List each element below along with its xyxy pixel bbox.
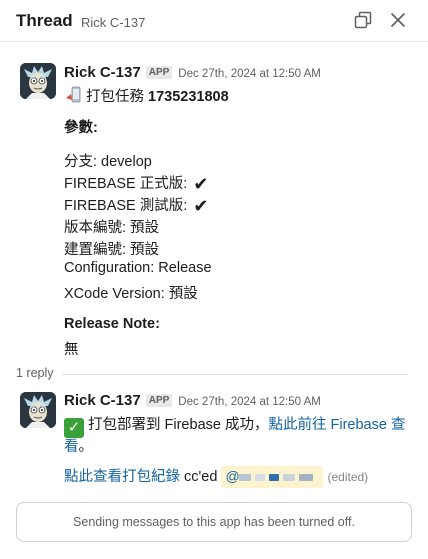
thread-channel-name[interactable]: Rick C-137: [81, 15, 145, 30]
avatar[interactable]: [20, 63, 56, 99]
popout-window-icon[interactable]: [352, 9, 374, 31]
redacted-block: [255, 474, 266, 482]
release-note-value: 無: [64, 342, 79, 358]
user-mention[interactable]: @: [221, 466, 324, 489]
task-id: 1735231808: [148, 89, 229, 105]
app-badge: APP: [145, 394, 173, 407]
firebase-link-continued[interactable]: 看: [64, 439, 79, 455]
edited-label: (edited): [327, 470, 369, 484]
params-heading: 參數:: [64, 120, 98, 136]
version-line: 版本編號: 預設: [64, 220, 160, 236]
reply-count: 1 reply: [16, 366, 54, 380]
sender-name[interactable]: Rick C-137: [64, 64, 141, 81]
composer-disabled-notice: Sending messages to this app has been tu…: [16, 502, 412, 542]
reply-text-line-1: ✓ 打包部署到 Firebase 成功，點此前往 Firebase 查: [64, 413, 405, 438]
task-line: 打包任務 1735231808: [64, 85, 229, 106]
redacted-block: [269, 474, 280, 482]
firebase-prod-line: FIREBASE 正式版: ✔: [64, 174, 209, 194]
cced-label: cc'ed: [184, 469, 218, 485]
configuration-line: Configuration: Release: [64, 260, 212, 276]
check-mark-icon: ✔: [193, 196, 209, 216]
thread-title: Thread: [16, 11, 73, 30]
message-timestamp[interactable]: Dec 27th, 2024 at 12:50 AM: [178, 68, 321, 80]
close-icon[interactable]: [387, 9, 409, 31]
reply-text-line-3: 點此查看打包紀錄 cc'ed @ (edited): [64, 465, 369, 489]
redacted-block: [283, 474, 296, 482]
sender-name[interactable]: Rick C-137: [64, 392, 141, 409]
release-note-heading: Release Note:: [64, 316, 160, 332]
composer-disabled-text: Sending messages to this app has been tu…: [73, 515, 355, 529]
build-log-link[interactable]: 點此查看打包紀錄: [64, 469, 180, 485]
build-line: 建置編號: 預設: [64, 242, 160, 258]
xcode-line: XCode Version: 預設: [64, 286, 198, 302]
redacted-block: [299, 474, 314, 482]
reply-text-line-2: 看。: [64, 439, 93, 455]
firebase-test-line: FIREBASE 測試版: ✔: [64, 196, 209, 216]
message-timestamp[interactable]: Dec 27th, 2024 at 12:50 AM: [178, 396, 321, 408]
thread-header: Thread Rick C-137: [0, 0, 428, 42]
avatar[interactable]: [20, 392, 56, 428]
app-badge: APP: [145, 66, 173, 79]
firebase-link[interactable]: 點此前往 Firebase 查: [268, 417, 405, 433]
branch-line: 分支: develop: [64, 154, 152, 170]
replies-divider: [62, 374, 408, 375]
redacted-block: [239, 474, 252, 482]
mobile-phone-icon: [64, 85, 84, 105]
check-mark-icon: ✔: [193, 174, 209, 194]
